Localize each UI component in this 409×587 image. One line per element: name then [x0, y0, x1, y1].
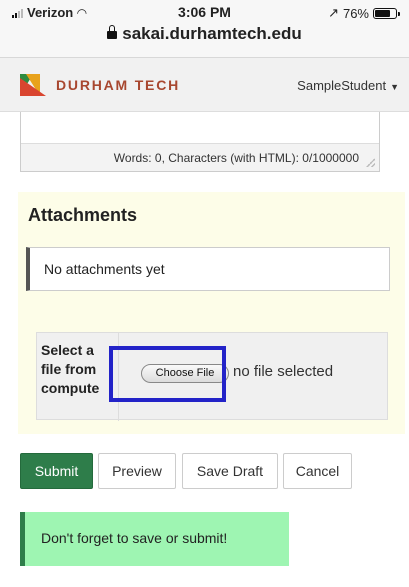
site-header: DURHAM TECH SampleStudent ▼ [0, 58, 409, 112]
battery-info: ↗ 76% [328, 5, 400, 21]
caret-down-icon: ▼ [390, 82, 399, 92]
reminder-alert: Don't forget to save or submit! [20, 512, 289, 566]
resize-grip-icon[interactable] [365, 157, 375, 167]
ios-status-bar: Verizon ◠ 3:06 PM ↗ 76% sakai.durhamtech… [0, 0, 409, 58]
lock-icon [107, 25, 118, 39]
url-text: sakai.durhamtech.edu [122, 24, 302, 43]
attachments-panel: Attachments No attachments yet Select a … [18, 192, 405, 434]
save-draft-button[interactable]: Save Draft [182, 453, 278, 489]
user-menu[interactable]: SampleStudent ▼ [297, 78, 399, 93]
rich-text-editor[interactable]: Words: 0, Characters (with HTML): 0/1000… [20, 112, 380, 172]
no-attachments-message: No attachments yet [26, 247, 390, 291]
cancel-button[interactable]: Cancel [283, 453, 352, 489]
durham-tech-logo[interactable]: DURHAM TECH [20, 74, 180, 96]
choose-file-button[interactable]: Choose File [141, 364, 229, 383]
address-bar[interactable]: sakai.durhamtech.edu [0, 24, 409, 44]
attachments-title: Attachments [28, 205, 138, 225]
preview-button[interactable]: Preview [98, 453, 176, 489]
submit-button[interactable]: Submit [20, 453, 93, 489]
battery-icon [373, 7, 400, 19]
word-count: Words: 0, Characters (with HTML): 0/1000… [21, 144, 379, 172]
editor-body[interactable] [21, 112, 379, 144]
location-icon: ↗ [328, 5, 339, 20]
logo-mark-icon [20, 74, 46, 96]
logo-text: DURHAM TECH [56, 77, 181, 93]
no-file-selected-text: no file selected [233, 363, 334, 380]
file-upload-label: Select a file from compute [37, 333, 119, 421]
battery-percent: 76% [342, 5, 369, 21]
file-upload-row: Select a file from compute Choose File n… [36, 332, 388, 421]
word-count-text: Words: 0, Characters (with HTML): 0/1000… [113, 151, 359, 165]
username: SampleStudent [297, 78, 387, 93]
